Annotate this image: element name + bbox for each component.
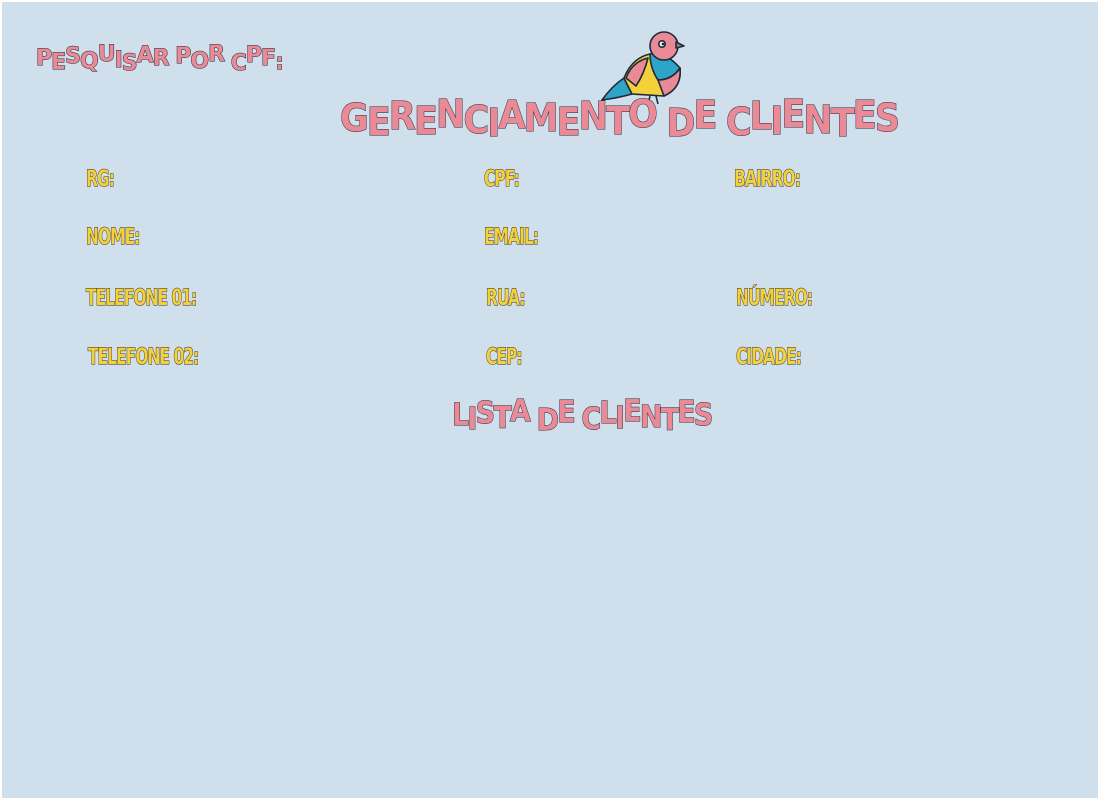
- cep-label: CEP:: [486, 345, 523, 371]
- cpf-label: CPF:: [484, 167, 520, 193]
- bairro-label: BAIRRO:: [734, 167, 802, 193]
- app-window: PESQUISAR POR CPF: GERENCIAMENTO DE CLIE…: [2, 2, 1098, 798]
- rg-label: RG:: [86, 167, 116, 193]
- cidade-label: CIDADE:: [736, 345, 803, 371]
- email-label: EMAIL:: [484, 225, 540, 251]
- rua-label: RUA:: [486, 286, 526, 312]
- client-list-title: LISTA DE CLIENTES: [452, 394, 714, 439]
- search-cpf-label: PESQUISAR POR CPF:: [35, 42, 284, 77]
- telefone1-label: TELEFONE 01:: [86, 286, 198, 312]
- client-list: [22, 442, 1078, 782]
- telefone2-label: TELEFONE 02:: [88, 345, 200, 371]
- page-title: GERENCIAMENTO DE CLIENTES: [340, 92, 901, 146]
- nome-label: NOME:: [86, 225, 141, 251]
- numero-label: NÚMERO:: [736, 286, 814, 312]
